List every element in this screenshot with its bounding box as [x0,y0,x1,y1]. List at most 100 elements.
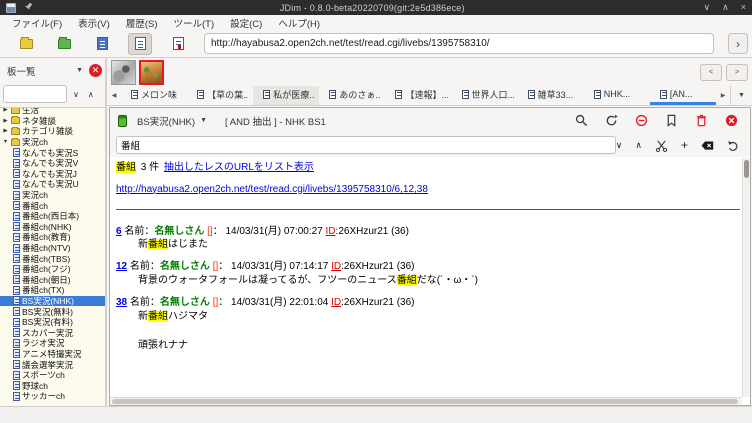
tree-item[interactable]: 議会選挙実況 [0,359,105,370]
go-button[interactable]: › [728,33,748,54]
expander-icon[interactable]: ▶ [2,128,9,134]
menu-item-2[interactable]: 履歴(S) [118,16,166,30]
vertical-scrollbar[interactable] [742,158,750,397]
menu-item-4[interactable]: 設定(C) [222,16,270,30]
search-up-icon[interactable]: ∧ [635,140,642,151]
maximize-button[interactable]: ∧ [722,2,729,13]
tree-item[interactable]: スカパー実況 [0,327,105,338]
minimize-button[interactable]: ∨ [704,2,711,13]
tree-item[interactable]: なんでも実況J [0,169,105,180]
tab-5[interactable]: 世界人口... [452,86,518,105]
close-button[interactable]: × [741,2,746,13]
post-name[interactable]: 名無しさん [160,261,210,272]
cut-icon[interactable] [655,139,668,152]
tree-item[interactable]: BS実況(無料) [0,306,105,317]
search-icon[interactable] [575,114,588,127]
close-tab-icon[interactable] [725,114,738,127]
threadview-button[interactable] [128,33,152,55]
tree-item[interactable]: ▶生活 [0,107,105,116]
post-number-link[interactable]: 38 [116,297,127,308]
bookmark-icon[interactable] [665,114,678,127]
tree-item[interactable]: なんでも実況U [0,179,105,190]
horizontal-scrollbar-thumb[interactable] [112,399,738,404]
sidebar-search-down-button[interactable]: ∨ [70,90,82,99]
post-name[interactable]: 名無しさん [160,297,210,308]
expander-icon[interactable]: ▶ [2,107,9,113]
post-id-link[interactable]: ID [331,261,341,272]
search-down-icon[interactable]: ∨ [616,140,623,151]
tree-item[interactable]: 番組ch(西日本) [0,211,105,222]
tree-item[interactable]: 番組ch(TX) [0,285,105,296]
tree-item[interactable]: アニメ特撮実況 [0,349,105,360]
add-extract-icon[interactable]: + [681,138,688,152]
tab-scroll-right-button[interactable]: ▶ [716,86,730,105]
expander-icon[interactable]: ▶ [2,118,9,124]
tree-item[interactable]: 番組ch(教育) [0,232,105,243]
tree-item[interactable]: ▼実況ch [0,137,105,148]
tree-item[interactable]: 番組ch(TBS) [0,253,105,264]
menu-item-1[interactable]: 表示(V) [70,16,118,30]
sidebar-close-button[interactable]: ✕ [89,64,102,77]
menu-item-0[interactable]: ファイル(F) [4,16,70,30]
tree-item[interactable]: 番組ch(NTV) [0,243,105,254]
tree-item[interactable]: 実況ch [0,190,105,201]
post-id-link[interactable]: ID [326,226,336,237]
tree-item[interactable]: 番組ch(NHK) [0,222,105,233]
sidebar-search-input[interactable] [3,85,67,103]
tree-item[interactable]: 番組ch(朝日) [0,275,105,286]
tree-item[interactable]: 番組ch [0,200,105,211]
tree-item[interactable]: 番組ch(フジ) [0,264,105,275]
image-thumbnail[interactable] [111,60,136,85]
tree-item[interactable]: なんでも実況V [0,158,105,169]
titlebar: JDim - 0.8.0-beta20220709(git:2e5d386ece… [0,0,752,15]
extracted-res-url-link[interactable]: http://hayabusa2.open2ch.net/test/read.c… [116,184,428,197]
tab-list-dropdown-button[interactable]: ▼ [730,86,752,105]
tree-item[interactable]: BS実況(NHK) [0,296,105,307]
tree-item[interactable]: スポーツch [0,370,105,381]
image-thumbnail-selected[interactable] [139,60,164,85]
tab-8[interactable]: [AN... [650,86,716,105]
tree-item[interactable]: ▶ネタ雑談 [0,116,105,127]
tab-4[interactable]: 【速報】... [385,86,451,105]
vertical-scrollbar-thumb[interactable] [744,160,749,178]
clear-input-icon[interactable] [701,139,714,152]
menu-item-5[interactable]: ヘルプ(H) [270,16,328,30]
thread-search-input[interactable] [116,136,616,154]
imageview-button[interactable] [166,33,190,55]
expander-icon[interactable]: ▼ [2,139,9,145]
tree-item[interactable]: なんでも実況S [0,147,105,158]
delete-icon[interactable] [695,114,708,127]
tab-2[interactable]: 私が医療... [253,86,319,105]
post-name[interactable]: 名無しさん [154,226,204,237]
post-number-link[interactable]: 6 [116,226,122,237]
favorites-button[interactable] [52,33,76,55]
board-select-label: BS実況(NHK) [137,114,195,128]
tree-item[interactable]: ▶カテゴリ雑談 [0,126,105,137]
post-number-link[interactable]: 12 [116,261,127,272]
tab-3[interactable]: あのさぁ... [319,86,385,105]
tree-item[interactable]: ラジオ実況 [0,338,105,349]
tab-1[interactable]: 【草の葉... [187,86,253,105]
tree-item[interactable]: サッカーch [0,391,105,402]
thumb-prev-button[interactable]: < [700,64,722,81]
list-extracted-urls-link[interactable]: 抽出したレスのURLをリスト表示 [164,162,314,173]
url-input[interactable] [204,33,714,54]
tree-item[interactable]: 野球ch [0,380,105,391]
post-id-link[interactable]: ID [331,297,341,308]
tree-item[interactable]: BS実況(有料) [0,317,105,328]
reload-icon[interactable] [605,114,618,127]
undo-icon[interactable] [727,139,740,152]
board-select-button[interactable]: BS実況(NHK) ▼ [133,112,211,130]
stop-icon[interactable] [635,114,648,127]
menu-item-3[interactable]: ツール(T) [165,16,222,30]
horizontal-scrollbar[interactable] [110,397,742,405]
tab-6[interactable]: 雑草33... [518,86,584,105]
tab-0[interactable]: メロン味 [121,86,187,105]
boardlist-button[interactable] [14,33,38,55]
sidebar-dropdown-button[interactable]: ▼ [73,65,86,76]
sidebar-search-up-button[interactable]: ∧ [85,90,97,99]
tab-scroll-left-button[interactable]: ◀ [107,86,121,105]
tab-7[interactable]: NHK... [584,86,650,105]
threadlist-button[interactable] [90,33,114,55]
thumb-next-button[interactable]: > [726,64,748,81]
